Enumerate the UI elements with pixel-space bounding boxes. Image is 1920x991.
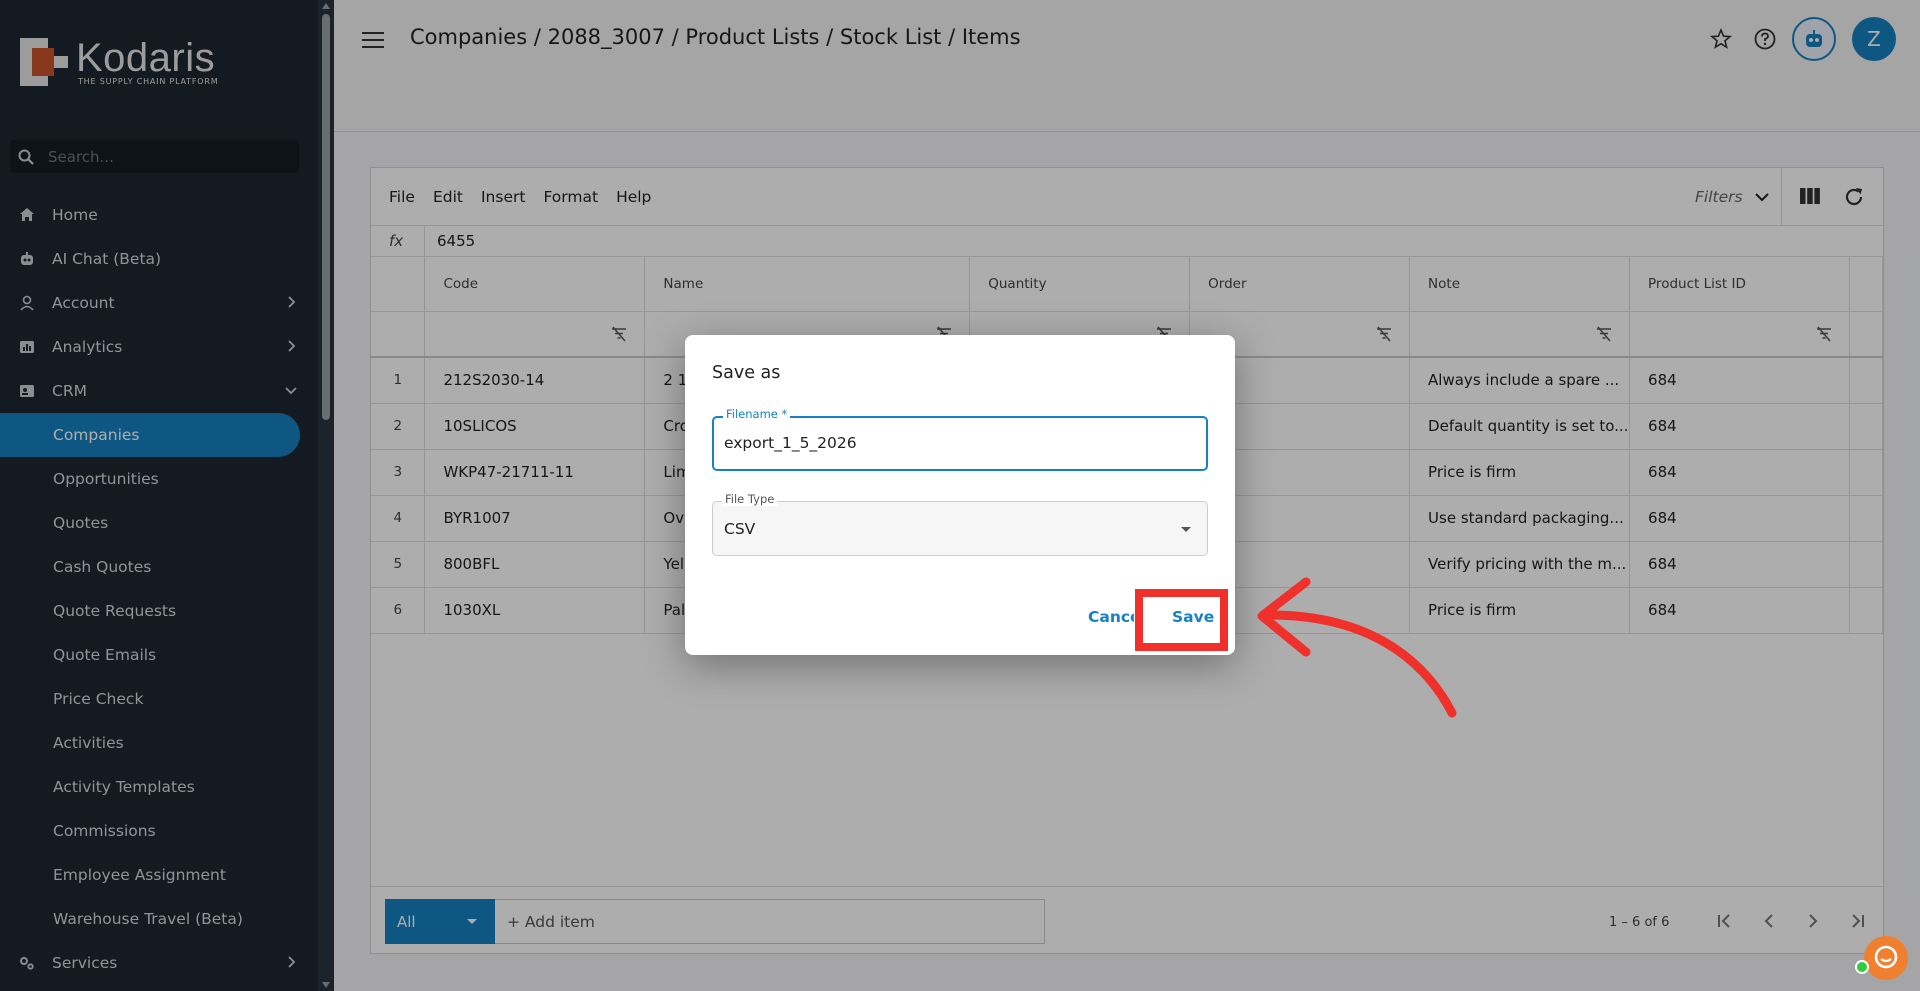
save-highlight-box xyxy=(1135,589,1228,651)
filename-field[interactable]: Filename * xyxy=(712,407,1208,471)
caret-down-icon xyxy=(1181,527,1191,532)
file-type-select[interactable]: File Type CSV xyxy=(712,492,1208,556)
chat-icon xyxy=(1874,945,1898,969)
cancel-button[interactable]: Cancel xyxy=(1088,608,1134,626)
online-status-indicator xyxy=(1855,960,1869,974)
file-type-label: File Type xyxy=(722,492,778,506)
filename-label: Filename * xyxy=(723,407,791,421)
pointer-arrow-icon xyxy=(1257,577,1457,718)
file-type-value: CSV xyxy=(724,520,756,538)
dialog-title: Save as xyxy=(712,363,781,383)
filename-input[interactable] xyxy=(724,434,1194,452)
support-chat-button[interactable] xyxy=(1864,936,1908,980)
